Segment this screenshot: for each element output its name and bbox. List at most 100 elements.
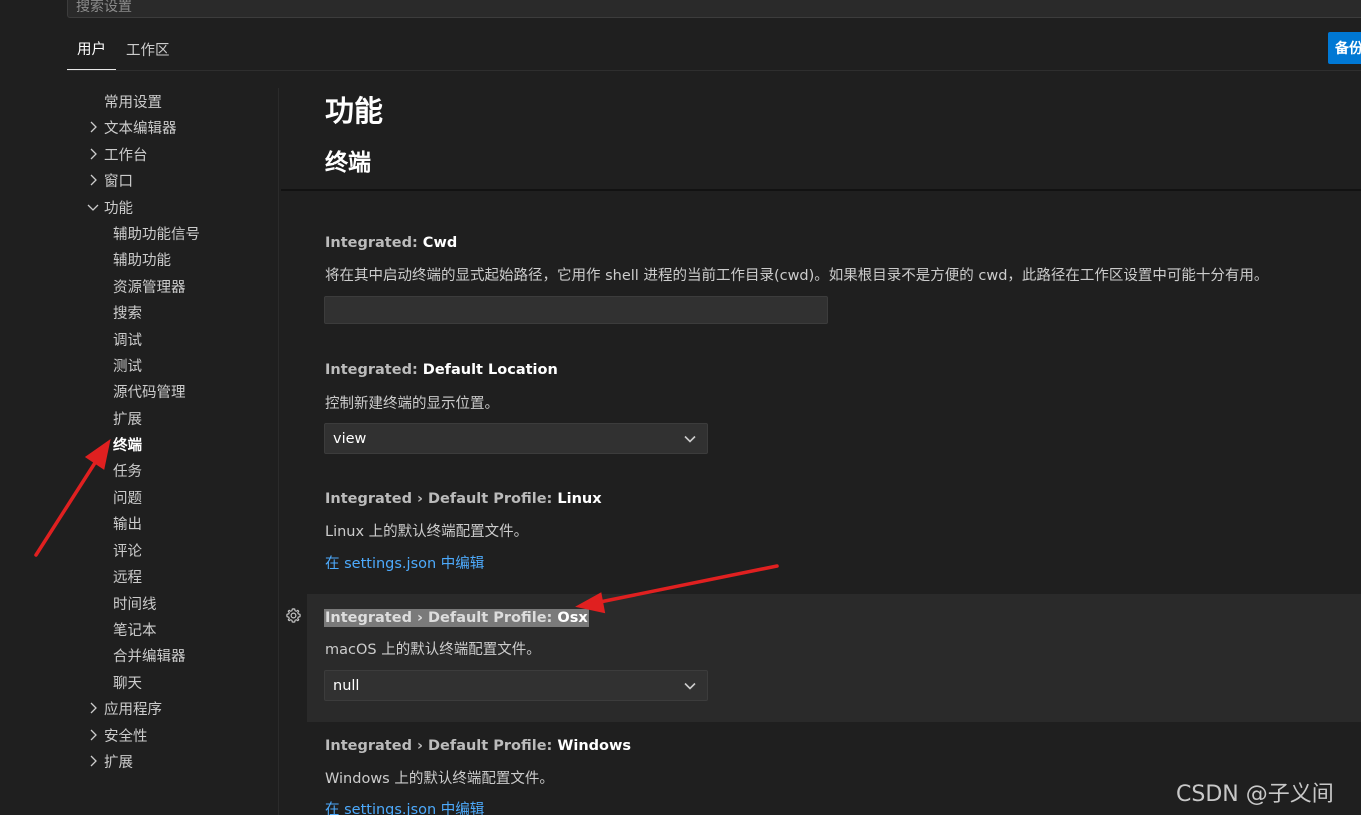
cwd-input[interactable]: [324, 296, 828, 324]
sidebar-item-label: 文本编辑器: [104, 120, 177, 137]
tree-divider: [278, 88, 279, 815]
setting-desc-cwd: 将在其中启动终端的显式起始路径，它用作 shell 进程的当前工作目录(cwd)…: [325, 268, 1269, 284]
setting-prefix: Integrated › Default Profile:: [325, 738, 558, 754]
sidebar-item[interactable]: 辅助功能信号: [113, 221, 200, 245]
sidebar-item[interactable]: 调试: [113, 327, 142, 351]
sidebar-item-label: 源代码管理: [113, 384, 186, 401]
gear-icon[interactable]: [285, 607, 302, 628]
sidebar-item-label: 窗口: [104, 173, 133, 190]
default-profile-osx-select[interactable]: null: [324, 670, 708, 701]
heading-divider: [281, 189, 1361, 191]
chevron-right-icon: [85, 146, 101, 162]
sidebar-item-label: 应用程序: [104, 701, 162, 718]
watermark: CSDN @子义间: [1176, 782, 1334, 807]
tab-user[interactable]: 用户: [67, 38, 116, 70]
select-value: view: [333, 430, 367, 447]
chevron-right-icon: [85, 727, 101, 743]
setting-prefix: Integrated › Default Profile:: [325, 610, 558, 626]
sidebar-item[interactable]: 窗口: [85, 168, 133, 192]
sidebar-item[interactable]: 输出: [113, 511, 142, 535]
setting-desc-default-location: 控制新建终端的显示位置。: [325, 396, 499, 412]
sidebar-item[interactable]: 终端: [113, 432, 142, 456]
sidebar-item[interactable]: 问题: [113, 485, 142, 509]
sidebar-item[interactable]: 常用设置: [104, 89, 162, 113]
sidebar-item-label: 终端: [113, 437, 142, 454]
sidebar-item[interactable]: 测试: [113, 353, 142, 377]
setting-desc-linux: Linux 上的默认终端配置文件。: [325, 524, 529, 540]
setting-prefix: Integrated:: [325, 362, 423, 378]
chevron-down-icon: [683, 679, 697, 697]
sidebar-item[interactable]: 任务: [113, 458, 142, 482]
sidebar-item[interactable]: 工作台: [85, 142, 148, 166]
chevron-down-icon: [683, 432, 697, 450]
sidebar-item-label: 远程: [113, 569, 142, 586]
setting-key: Linux: [557, 491, 602, 507]
settings-tabs: 用户 工作区: [67, 30, 180, 70]
chevron-right-icon: [85, 753, 101, 769]
sidebar-item-label: 测试: [113, 358, 142, 375]
sidebar-item[interactable]: 安全性: [85, 723, 148, 747]
edit-in-settings-json-link-windows[interactable]: 在 settings.json 中编辑: [325, 798, 484, 815]
sidebar-item-label: 扩展: [104, 754, 133, 771]
search-bar[interactable]: [67, 0, 1361, 19]
sidebar-item[interactable]: 扩展: [85, 749, 133, 773]
setting-prefix: Integrated:: [325, 235, 423, 251]
setting-title-default-profile-osx: Integrated › Default Profile: Osx: [324, 609, 589, 627]
sidebar-item[interactable]: 远程: [113, 564, 142, 588]
sidebar-item[interactable]: 辅助功能: [113, 247, 171, 271]
sidebar-item[interactable]: 功能: [85, 195, 133, 219]
setting-desc-windows: Windows 上的默认终端配置文件。: [325, 771, 554, 787]
setting-title-default-location: Integrated: Default Location: [325, 362, 558, 378]
sidebar-item[interactable]: 扩展: [113, 406, 142, 430]
sidebar-item-label: 扩展: [113, 411, 142, 428]
search-input[interactable]: [68, 0, 1361, 19]
setting-key: Windows: [557, 738, 632, 754]
sidebar-item[interactable]: 聊天: [113, 670, 142, 694]
edit-in-settings-json-link-linux[interactable]: 在 settings.json 中编辑: [325, 552, 484, 573]
sidebar-item[interactable]: 时间线: [113, 591, 157, 615]
tab-workspace[interactable]: 工作区: [116, 39, 180, 70]
sidebar-item-label: 笔记本: [113, 622, 157, 639]
sidebar-item-label: 工作台: [104, 147, 148, 164]
sidebar-item[interactable]: 文本编辑器: [85, 115, 177, 139]
sidebar-item-label: 资源管理器: [113, 279, 186, 296]
sidebar-item[interactable]: 源代码管理: [113, 379, 186, 403]
annotation-arrow-left: [34, 453, 102, 557]
sidebar-item[interactable]: 资源管理器: [113, 274, 186, 298]
sidebar-item-label: 合并编辑器: [113, 648, 186, 665]
backup-button[interactable]: 备份: [1328, 32, 1361, 64]
sidebar-item-label: 聊天: [113, 675, 142, 692]
sidebar-item-label: 辅助功能信号: [113, 226, 200, 243]
sidebar-item-label: 评论: [113, 543, 142, 560]
chevron-right-icon: [85, 119, 101, 135]
setting-prefix: Integrated › Default Profile:: [325, 491, 558, 507]
sidebar-item-label: 调试: [113, 332, 142, 349]
sidebar-item-label: 搜索: [113, 305, 142, 322]
sidebar-item[interactable]: 应用程序: [85, 696, 162, 720]
sidebar-item[interactable]: 笔记本: [113, 617, 157, 641]
setting-key: Cwd: [422, 235, 458, 251]
default-location-select[interactable]: view: [324, 423, 708, 454]
sidebar-item-label: 辅助功能: [113, 252, 171, 269]
setting-title-cwd: Integrated: Cwd: [325, 235, 457, 251]
chevron-down-icon: [85, 199, 101, 215]
sidebar-item-label: 常用设置: [104, 94, 162, 111]
sidebar-item-label: 时间线: [113, 596, 157, 613]
select-value: null: [333, 677, 360, 694]
sidebar-item-label: 问题: [113, 490, 142, 507]
annotation-arrowhead-left: [84, 439, 111, 470]
chevron-right-icon: [85, 700, 101, 716]
setting-key: Default Location: [422, 362, 558, 378]
sidebar-item[interactable]: 搜索: [113, 300, 142, 324]
setting-title-default-profile-linux: Integrated › Default Profile: Linux: [325, 491, 602, 507]
sidebar-item-label: 安全性: [104, 728, 148, 745]
sidebar-item-label: 任务: [113, 463, 142, 480]
sidebar-item[interactable]: 评论: [113, 538, 142, 562]
sidebar-item-label: 输出: [113, 516, 142, 533]
sidebar-item[interactable]: 合并编辑器: [113, 643, 186, 667]
setting-key: Osx: [557, 610, 588, 626]
tabs-divider: [67, 70, 1361, 71]
sidebar-item-label: 功能: [104, 200, 133, 217]
setting-desc-osx: macOS 上的默认终端配置文件。: [325, 642, 541, 658]
setting-title-default-profile-windows: Integrated › Default Profile: Windows: [325, 738, 631, 754]
